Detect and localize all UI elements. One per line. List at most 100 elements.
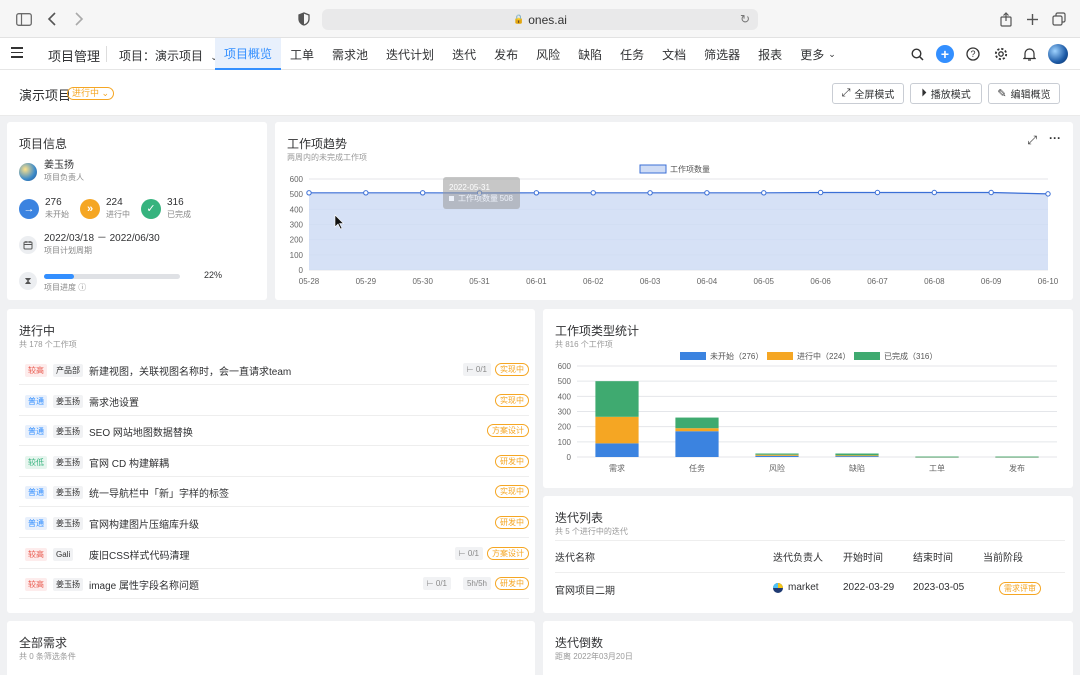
task-row[interactable]: 较高 姜玉扬 image 属性字段名称问题 研发中 5h/5h ⊢ 0/1 [19,569,529,600]
add-icon[interactable]: + [936,45,954,63]
task-row[interactable]: 普通 姜玉扬 统一导航栏中「新」字样的标签 实现中 [19,477,529,508]
bar-segment[interactable] [595,416,639,444]
bar-segment[interactable] [995,456,1039,458]
task-row[interactable]: 较高 Gali 废旧CSS样式代码清理 方案设计 ⊢ 0/1 [19,539,529,569]
tab-7[interactable]: 缺陷 [569,38,611,70]
tabs-overview-icon[interactable] [1049,9,1069,29]
tab-9[interactable]: 文档 [653,38,695,70]
bar-segment[interactable] [675,431,719,457]
legend-item[interactable]: 已完成（316） [854,351,937,361]
x-tick-label: 06-02 [583,277,604,286]
help-icon[interactable]: ? [964,45,982,63]
legend-item[interactable]: 未开始（276） [680,351,763,361]
bar-segment[interactable] [835,455,879,457]
task-name[interactable]: 官网 CD 构建解耦 [89,455,169,470]
tab-5[interactable]: 发布 [485,38,527,70]
back-icon[interactable] [42,9,62,29]
tab-3[interactable]: 迭代计划 [377,38,443,70]
priority-badge: 普通 [25,394,47,408]
reload-icon[interactable]: ↻ [740,12,750,26]
type-stats-chart: 未开始（276） 进行中（224） 已完成（316） 0 100 200 300 400 500… [558,351,1057,473]
trend-point[interactable] [306,190,312,196]
in-progress-subtitle: 共 178 个工作项 [19,340,77,349]
bell-icon[interactable] [1020,45,1038,63]
bar-segment[interactable] [755,453,799,455]
user-avatar[interactable] [1048,44,1068,64]
trend-point[interactable] [590,190,596,196]
iteration-name[interactable]: 官网项目二期 [555,582,615,597]
trend-legend[interactable]: 工作项数量 [639,164,710,174]
tab-1[interactable]: 工单 [281,38,323,70]
task-row[interactable]: 普通 姜玉扬 官网构建图片压缩库升级 研发中 [19,508,529,538]
task-name[interactable]: SEO 网站地图数据替换 [89,424,193,439]
bar-segment[interactable] [915,456,959,458]
bar-segment[interactable] [835,453,879,456]
search-icon[interactable] [908,45,926,63]
x-tick-label: 06-04 [697,277,718,286]
in-progress-card: 进行中 共 178 个工作项 较高 产品部 新建视图，关联视图名称时，会一直请求te… [7,309,535,613]
share-icon[interactable] [996,9,1016,29]
status-badge[interactable]: 进行中 ⌄ [67,87,115,100]
bar-segment[interactable] [675,417,719,429]
tab-10[interactable]: 筛选器 [695,38,749,70]
fullscreen-button[interactable]: ⤢ 全屏模式 [832,83,904,104]
bar-segment[interactable] [755,455,799,457]
task-name[interactable]: 统一导航栏中「新」字样的标签 [89,485,229,500]
trend-point[interactable] [1045,191,1051,197]
bar-segment[interactable] [755,454,799,456]
gear-icon[interactable] [992,45,1010,63]
edit-overview-button[interactable]: ✎ 编辑概览 [988,83,1060,104]
bar-segment[interactable] [835,456,879,457]
project-selector[interactable]: 项目：演示项目 ⌄ [119,47,218,64]
trend-point[interactable] [533,190,540,196]
forward-icon[interactable] [69,9,89,29]
trend-point[interactable] [874,189,881,196]
priority-badge: 普通 [25,425,47,439]
bar-segment[interactable] [595,443,639,457]
task-name[interactable]: 废旧CSS样式代码清理 [89,547,190,562]
tab-6[interactable]: 风险 [527,38,569,70]
bar-segment[interactable] [595,381,639,417]
trend-point[interactable] [988,189,994,196]
trend-point[interactable] [647,190,653,196]
trend-point[interactable] [761,190,767,196]
x-tick-label: 05-29 [356,277,377,286]
play-button[interactable]: ⏵ 播放模式 [910,83,982,104]
task-name[interactable]: 需求池设置 [89,394,139,409]
task-row[interactable]: 较高 产品部 新建视图，关联视图名称时，会一直请求team 实现中 ⊢ 0/1 [19,355,529,385]
task-name[interactable]: 新建视图，关联视图名称时，会一直请求team [89,363,291,378]
task-name[interactable]: 官网构建图片压缩库升级 [89,516,199,531]
task-status-badge: 方案设计 [487,424,529,438]
task-row[interactable]: 普通 姜玉扬 SEO 网站地图数据替换 方案设计 [19,416,529,447]
privacy-shield-icon[interactable] [294,9,314,29]
bar-segment[interactable] [675,428,719,432]
trend-point[interactable] [704,190,710,196]
trend-point[interactable] [931,189,938,196]
y-tick-label: 100 [290,251,304,260]
trend-point[interactable] [419,190,426,196]
y-tick-label: 200 [290,236,304,245]
tab-12[interactable]: 更多 ⌄ [791,38,845,70]
legend-swatch [680,352,706,360]
trend-point[interactable] [363,190,369,196]
menu-icon[interactable] [11,47,23,59]
task-row[interactable]: 较低 姜玉扬 官网 CD 构建解耦 研发中 [19,447,529,477]
stat-1: » 224 进行中 [80,197,130,220]
task-name[interactable]: image 属性字段名称问题 [89,577,199,592]
trend-point[interactable] [817,189,824,196]
task-row[interactable]: 普通 姜玉扬 需求池设置 实现中 [19,386,529,416]
expand-icon: ⤢ [841,87,851,99]
project-owner: 姜玉扬 项目负责人 [19,160,84,183]
new-tab-icon[interactable] [1022,9,1042,29]
tab-11[interactable]: 报表 [749,38,791,70]
address-bar[interactable]: 🔒 ones.ai ↻ [322,9,758,30]
sidebar-icon[interactable] [14,9,34,29]
legend-item[interactable]: 进行中（224） [767,351,850,361]
tab-0[interactable]: 项目概览 [215,38,282,70]
table-divider [555,572,1065,573]
tab-2[interactable]: 需求池 [323,38,377,70]
task-status-badge: 实现中 [495,485,529,499]
info-icon[interactable]: ⓘ [78,283,86,292]
tab-8[interactable]: 任务 [611,38,653,70]
tab-4[interactable]: 迭代 [443,38,485,70]
